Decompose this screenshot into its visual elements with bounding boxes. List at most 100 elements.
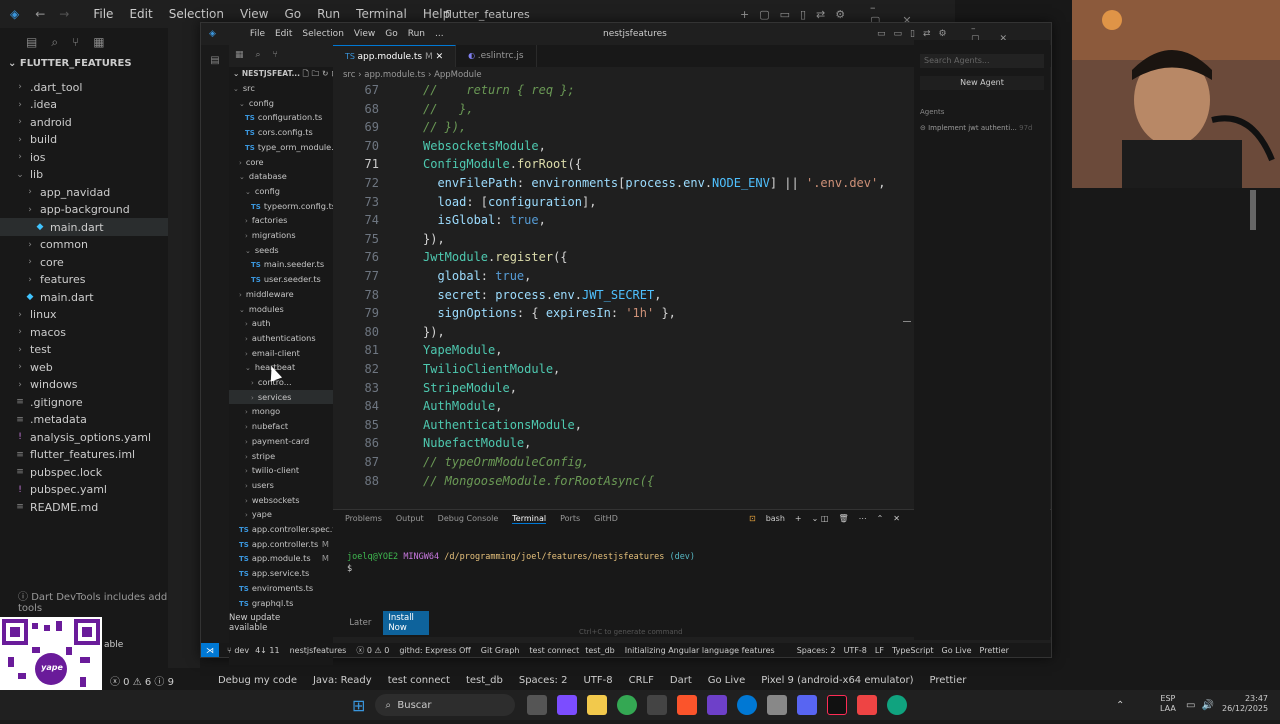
back-status-item[interactable]: Spaces: 2 xyxy=(519,675,568,686)
back-status-item[interactable]: UTF-8 xyxy=(583,675,612,686)
menu-item-selection[interactable]: Selection xyxy=(302,29,343,39)
app-icon-2[interactable] xyxy=(767,695,788,715)
folder-item[interactable]: › auth xyxy=(229,316,333,330)
maximize-icon[interactable]: ⌃ xyxy=(877,514,884,523)
file-item[interactable]: ! analysis_options.yaml xyxy=(0,428,168,446)
file-item[interactable]: TS app.service.ts xyxy=(229,566,333,580)
file-item[interactable]: TS cors.config.ts xyxy=(229,125,333,139)
folder-item[interactable]: › web xyxy=(0,358,168,376)
file-item[interactable]: TS enviroments.ts xyxy=(229,581,333,595)
tray-icons[interactable]: ▭🔊 xyxy=(1186,700,1220,711)
more-icon[interactable]: ⋯ xyxy=(859,514,867,523)
folder-item[interactable]: ⌄ modules xyxy=(229,302,333,316)
terminal-shell[interactable]: bash xyxy=(766,514,785,523)
tray-chevron-icon[interactable]: ⌃ xyxy=(1116,700,1124,711)
menu-item-run[interactable]: Run xyxy=(408,29,425,39)
folder-item[interactable]: › common xyxy=(0,236,168,254)
add-terminal-icon[interactable]: + xyxy=(795,514,802,523)
file-item[interactable]: ! pubspec.yaml xyxy=(0,481,168,499)
folder-item[interactable]: ⌄ config xyxy=(229,184,333,198)
panel-tab-output[interactable]: Output xyxy=(396,514,424,524)
folder-item[interactable]: › .idea xyxy=(0,96,168,114)
file-item[interactable]: TS main.seeder.ts xyxy=(229,257,333,271)
folder-item[interactable]: › twilio-client xyxy=(229,463,333,477)
new-agent-button[interactable]: New Agent xyxy=(920,76,1044,90)
folder-item[interactable]: › android xyxy=(0,113,168,131)
panel-tab-terminal[interactable]: Terminal xyxy=(512,514,547,524)
git-graph-item[interactable]: Git Graph xyxy=(481,646,520,655)
file-explorer-icon[interactable] xyxy=(587,695,608,715)
tab-.eslintrc.js[interactable]: ◐ .eslintrc.js xyxy=(456,45,537,67)
language-item[interactable]: TypeScript xyxy=(892,646,934,655)
windows-start-icon[interactable]: ⊞ xyxy=(352,696,365,715)
problems-item[interactable]: ⓧ 0 ⚠ 0 xyxy=(356,645,389,656)
terminal-app-icon[interactable] xyxy=(647,695,668,715)
app-icon-3[interactable] xyxy=(857,695,878,715)
folder-item[interactable]: › app-background xyxy=(0,201,168,219)
panel-tab-debug-console[interactable]: Debug Console xyxy=(438,514,499,524)
folder-item[interactable]: ⌄ heartbeat xyxy=(229,360,333,374)
back-problems-item[interactable]: ⓧ 0 ⚠ 6 ⓘ 9 xyxy=(110,673,174,688)
test-connect-item[interactable]: test connect xyxy=(529,646,579,655)
test-db-item[interactable]: test_db xyxy=(585,646,615,655)
close-tab-icon[interactable]: ✕ xyxy=(433,52,444,62)
discord-icon[interactable] xyxy=(797,695,818,715)
golive-item[interactable]: Go Live xyxy=(942,646,972,655)
folder-item[interactable]: › users xyxy=(229,478,333,492)
file-item[interactable]: ≡ .metadata xyxy=(0,411,168,429)
folder-item[interactable]: › linux xyxy=(0,306,168,324)
folder-item[interactable]: ⌄ src xyxy=(229,81,333,95)
folder-item[interactable]: › stripe xyxy=(229,449,333,463)
explorer-action-icons[interactable]: 🗋🗀↻⊟ xyxy=(303,69,333,78)
folder-item[interactable]: › websockets xyxy=(229,493,333,507)
file-item[interactable]: ≡ .gitignore xyxy=(0,393,168,411)
file-item[interactable]: ≡ flutter_features.iml xyxy=(0,446,168,464)
clock[interactable]: 23:47 26/12/2025 xyxy=(1222,694,1268,714)
file-item[interactable]: TStype_orm_module.confi... xyxy=(229,140,333,154)
front-explorer-root[interactable]: ⌄ NESTJSFEAT... 🗋🗀↻⊟ xyxy=(233,67,333,81)
back-status-item[interactable]: test connect xyxy=(388,675,450,686)
githd-item[interactable]: githd: Express Off xyxy=(399,646,470,655)
file-item[interactable]: TS app.module.ts M xyxy=(229,551,333,565)
agent-search-input[interactable]: Search Agents... xyxy=(920,54,1044,68)
encoding-item[interactable]: UTF-8 xyxy=(844,646,867,655)
folder-item[interactable]: › macos xyxy=(0,323,168,341)
back-status-item[interactable]: CRLF xyxy=(629,675,654,686)
file-item[interactable]: TS app.controller.spec.ts xyxy=(229,522,333,536)
taskbar-search[interactable]: ⌕ Buscar xyxy=(375,694,516,716)
later-button[interactable]: Later xyxy=(349,618,371,628)
menu-item-file[interactable]: File xyxy=(250,29,265,39)
copilot-icon[interactable] xyxy=(557,695,578,715)
remote-icon[interactable]: ⋊ xyxy=(201,643,219,657)
back-status-item[interactable]: test_db xyxy=(466,675,503,686)
trash-icon[interactable]: 🗑 xyxy=(838,514,848,523)
folder-item[interactable]: › yape xyxy=(229,507,333,521)
front-layout-icons[interactable]: ▭▭▯⇄⚙ xyxy=(877,29,955,39)
install-now-button[interactable]: Install Now xyxy=(383,611,429,635)
back-arrow-icon[interactable]: ← xyxy=(35,7,45,21)
folder-item[interactable]: › core xyxy=(0,253,168,271)
back-status-item[interactable]: Go Live xyxy=(708,675,745,686)
brave-icon[interactable] xyxy=(677,695,698,715)
chatgpt-icon[interactable] xyxy=(887,695,908,715)
app-icon-1[interactable] xyxy=(707,695,728,715)
folder-item[interactable]: ⌄ database xyxy=(229,169,333,183)
folder-item[interactable]: › email-client xyxy=(229,346,333,360)
terminal-prompt[interactable]: joelq@YOE2 MINGW64 /d/programming/joel/f… xyxy=(347,552,695,562)
forward-arrow-icon[interactable]: → xyxy=(59,7,69,21)
branch-item[interactable]: ⑂ dev xyxy=(227,646,249,655)
menu-item-go[interactable]: Go xyxy=(285,7,302,21)
files-icon[interactable]: ▤ xyxy=(201,55,229,66)
folder-item[interactable]: ⌄ config xyxy=(229,96,333,110)
edge-icon[interactable] xyxy=(737,695,758,715)
folder-item[interactable]: › build xyxy=(0,131,168,149)
folder-item[interactable]: › payment-card xyxy=(229,434,333,448)
folder-item[interactable]: › features xyxy=(0,271,168,289)
folder-item[interactable]: ⌄ lib xyxy=(0,166,168,184)
breadcrumb-item[interactable]: AppModule xyxy=(434,70,482,80)
folder-item[interactable]: › ios xyxy=(0,148,168,166)
menu-item-terminal[interactable]: Terminal xyxy=(356,7,407,21)
panel-tab-ports[interactable]: Ports xyxy=(560,514,580,524)
folder-item[interactable]: › windows xyxy=(0,376,168,394)
menu-item-edit[interactable]: Edit xyxy=(129,7,152,21)
